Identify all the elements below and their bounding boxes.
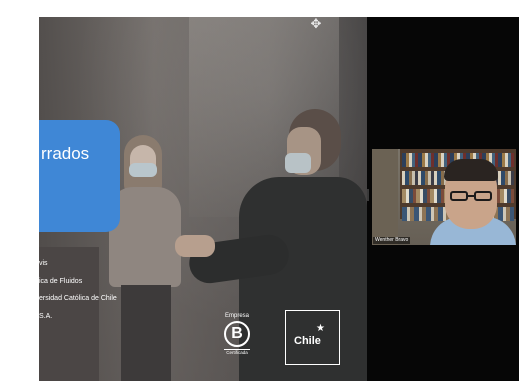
- chile-logo-text: Chile: [294, 335, 321, 347]
- panel-resize-handle[interactable]: [367, 189, 369, 201]
- participant-name-label: Wenther Bravo: [373, 237, 411, 244]
- b-corp-bottom-text: Certificada: [226, 350, 248, 355]
- move-arrows-icon[interactable]: ✥: [309, 17, 323, 31]
- credit-line: ica de Fluidos: [39, 277, 83, 285]
- person-woman-mask: [129, 163, 157, 177]
- glasses-lens-left: [450, 191, 468, 201]
- slide-title-card: rrados: [39, 120, 120, 232]
- glasses-lens-right: [474, 191, 492, 201]
- meeting-window: ✥ rrados vis ica de Fluidos ersidad Cató…: [0, 0, 519, 382]
- chile-brand-logo: ★ Chile: [285, 310, 340, 365]
- b-corp-top-text: Empresa: [224, 313, 249, 319]
- participants-panel: Wenther Bravo: [367, 17, 519, 381]
- glasses-icon: [450, 191, 494, 201]
- person-man-mask: [285, 153, 311, 173]
- shared-screen[interactable]: ✥ rrados vis ica de Fluidos ersidad Cató…: [39, 17, 367, 381]
- b-corp-logo: Empresa B Certificada: [217, 312, 257, 362]
- participant-video-tile[interactable]: Wenther Bravo: [372, 149, 516, 245]
- credit-line: vis: [39, 260, 48, 267]
- participant-hair: [444, 159, 498, 181]
- star-icon: ★: [316, 323, 325, 334]
- credit-line: ersidad Católica de Chile: [39, 295, 117, 302]
- slide-title: rrados: [41, 144, 90, 163]
- slide-credits: vis ica de Fluidos ersidad Católica de C…: [39, 255, 199, 325]
- person-hands: [175, 235, 215, 257]
- credit-line: S.A.: [39, 312, 53, 320]
- b-corp-letter: B: [224, 321, 250, 347]
- video-left-shelf: [372, 149, 398, 245]
